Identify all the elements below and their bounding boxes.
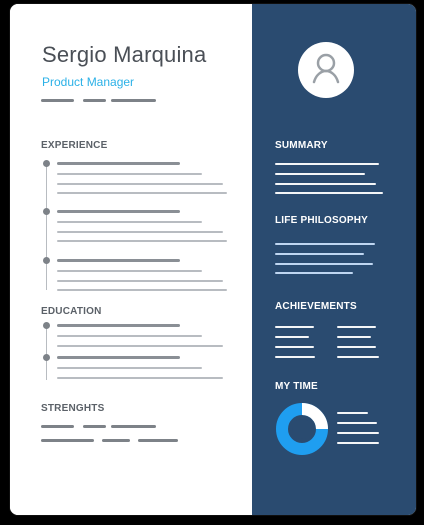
summary-line-2 [275,173,365,175]
resume-canvas: Sergio Marquina Product Manager EXPERIEN… [0,0,424,525]
education-text-2a [57,367,202,369]
education-dot-2 [43,354,50,361]
education-timeline [46,324,47,380]
time-line-2 [337,422,377,424]
life-line-3 [275,263,373,265]
life-philosophy-title: LIFE PHILOSOPHY [275,215,369,226]
time-line-3 [337,432,379,434]
candidate-role: Product Manager [42,75,135,89]
strength-line-1 [41,425,74,428]
experience-dot-3 [43,257,50,264]
life-line-4 [275,272,353,274]
strength-line-2 [83,425,106,428]
achievement-line-4a [275,356,315,358]
strength-line-4 [41,439,94,442]
achievement-line-4b [337,356,379,358]
summary-line-3 [275,183,376,185]
education-text-1a [57,335,202,337]
experience-text-2c [57,240,227,242]
education-heading-2 [57,356,180,359]
education-dot-1 [43,322,50,329]
strength-line-5 [102,439,130,442]
strength-line-3 [111,425,156,428]
life-line-1 [275,243,375,245]
experience-text-3c [57,289,227,291]
summary-line-1 [275,163,379,165]
achievement-line-1b [337,326,376,328]
experience-heading-2 [57,210,180,213]
experience-heading-3 [57,259,180,262]
summary-line-4 [275,192,383,194]
experience-text-1a [57,173,202,175]
achievement-line-1a [275,326,314,328]
time-donut-chart [276,403,328,455]
experience-text-3b [57,280,223,282]
achievements-title: ACHIEVEMENTS [275,301,357,312]
contact-line-2 [83,99,106,102]
strengths-title: STRENGHTS [41,403,105,414]
experience-heading-1 [57,162,180,165]
achievement-line-2b [337,336,371,338]
achievement-line-3a [275,346,314,348]
summary-title: SUMMARY [275,140,328,151]
strength-line-6 [138,439,178,442]
education-text-2b [57,377,223,379]
resume-card: Sergio Marquina Product Manager EXPERIEN… [10,4,416,515]
education-title: EDUCATION [41,306,102,317]
avatar [298,42,354,98]
experience-text-1c [57,192,227,194]
education-text-1b [57,345,223,347]
contact-line-1 [41,99,74,102]
education-heading-1 [57,324,180,327]
my-time-title: MY TIME [275,381,318,392]
experience-timeline [46,162,47,290]
time-line-1 [337,412,368,414]
achievement-line-2a [275,336,309,338]
time-line-4 [337,442,379,444]
experience-title: EXPERIENCE [41,140,108,151]
life-line-2 [275,253,364,255]
contact-line-3 [111,99,156,102]
experience-text-1b [57,183,223,185]
experience-dot-2 [43,208,50,215]
candidate-name: Sergio Marquina [42,42,207,67]
experience-dot-1 [43,160,50,167]
achievement-line-3b [337,346,376,348]
experience-text-3a [57,270,202,272]
experience-text-2a [57,221,202,223]
user-icon [312,53,340,84]
experience-text-2b [57,231,223,233]
